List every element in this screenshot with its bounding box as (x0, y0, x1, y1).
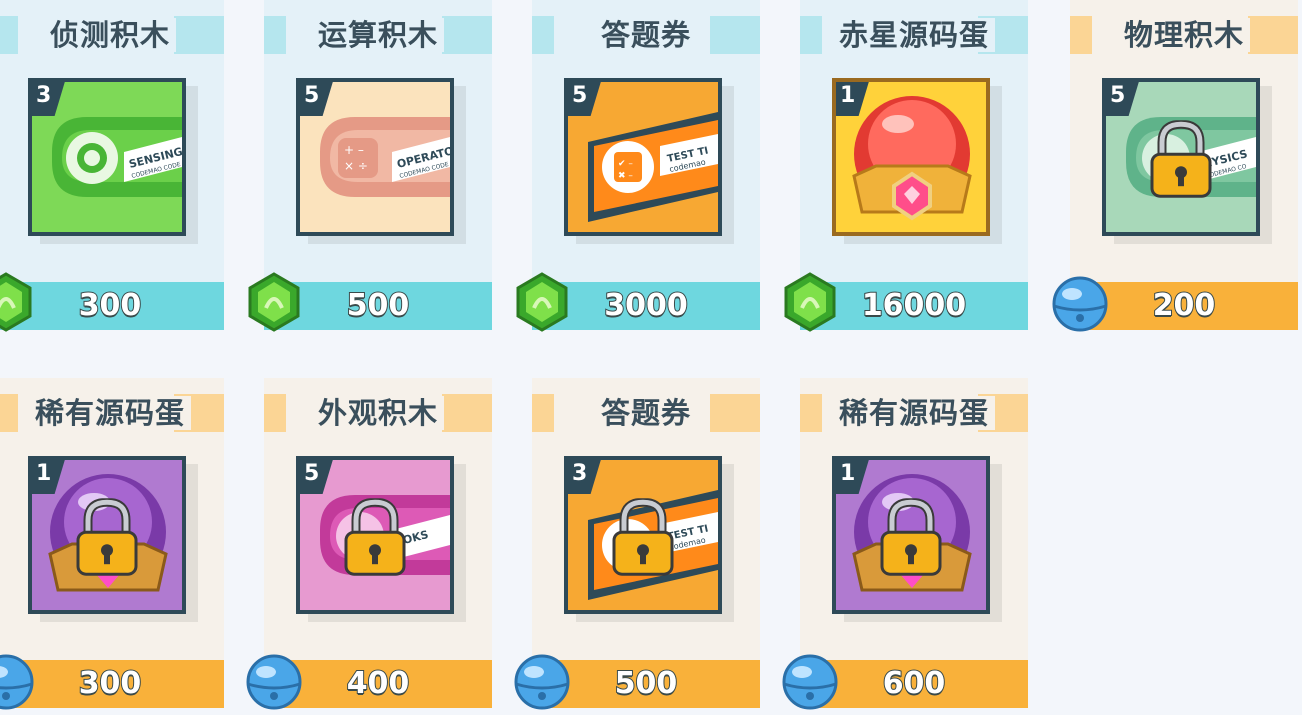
shop-item-card[interactable]: 答题券 5 ✔ – ✖ – TEST TI codemao 3000 (516, 0, 760, 332)
blue-bell-icon (1052, 276, 1108, 332)
green-gem-icon (784, 272, 836, 332)
item-title: 答题券 (594, 18, 697, 52)
item-image-frame: 3 SENSING CODEMAO CODE (28, 78, 186, 236)
item-title-bar: 侦测积木 (0, 16, 224, 54)
item-image-frame: 5 ✔ – ✖ – TEST TI codemao (564, 78, 722, 236)
item-title: 运算积木 (311, 18, 444, 52)
item-image-frame: 5 HYSICS CODEMAO CO (1102, 78, 1260, 236)
shop-item-card-locked[interactable]: 物理积木 5 HYSICS CODEMAO CO 200 (1052, 0, 1298, 332)
item-title: 稀有源码蛋 (832, 396, 995, 430)
item-title: 外观积木 (311, 396, 444, 430)
item-title: 答题券 (594, 396, 697, 430)
blue-bell-icon (246, 654, 302, 710)
lock-icon (1150, 120, 1212, 198)
shop-item-card-locked[interactable]: 稀有源码蛋 1 600 (782, 378, 1028, 710)
lock-icon (344, 498, 406, 576)
blue-bell-icon (782, 654, 838, 710)
item-title: 赤星源码蛋 (832, 18, 995, 52)
item-title: 侦测积木 (43, 18, 176, 52)
item-title-bar: 外观积木 (264, 394, 492, 432)
green-gem-icon (248, 272, 300, 332)
item-image-frame: 1 (28, 456, 186, 614)
item-image-frame: 5 OKS (296, 456, 454, 614)
lock-icon (880, 498, 942, 576)
svg-text:× ÷: × ÷ (344, 159, 368, 173)
item-title-bar: 运算积木 (264, 16, 492, 54)
shop-item-card-locked[interactable]: 外观积木 5 OKS 400 (246, 378, 492, 710)
blue-bell-icon (514, 654, 570, 710)
svg-text:✖ –: ✖ – (618, 171, 633, 181)
item-title-bar: 答题券 (532, 16, 760, 54)
green-gem-icon (0, 272, 32, 332)
item-image-frame: 1 (832, 456, 990, 614)
lock-icon (76, 498, 138, 576)
item-title: 稀有源码蛋 (28, 396, 191, 430)
blue-bell-icon (0, 654, 34, 710)
item-title-bar: 赤星源码蛋 (800, 16, 1028, 54)
shop-item-card[interactable]: 运算积木 5 + – × ÷ OPERATO CODEMAO CODE 500 (248, 0, 492, 332)
item-image-frame: 3 TEST TI codemao (564, 456, 722, 614)
shop-item-card[interactable]: 侦测积木 3 SENSING CODEMAO CODE 300 (0, 0, 224, 332)
shop-item-card[interactable]: 赤星源码蛋 1 16000 (784, 0, 1028, 332)
item-title: 物理积木 (1117, 18, 1250, 52)
shop-item-card-locked[interactable]: 答题券 3 TEST TI codemao 500 (514, 378, 760, 710)
svg-text:+ –: + – (344, 143, 364, 157)
svg-text:✔ –: ✔ – (618, 159, 633, 169)
shop-item-card-locked[interactable]: 稀有源码蛋 1 300 (0, 378, 224, 710)
item-title-bar: 稀有源码蛋 (800, 394, 1028, 432)
green-gem-icon (516, 272, 568, 332)
item-title-bar: 答题券 (532, 394, 760, 432)
item-image-frame: 1 (832, 78, 990, 236)
lock-icon (612, 498, 674, 576)
item-title-bar: 稀有源码蛋 (0, 394, 224, 432)
item-title-bar: 物理积木 (1070, 16, 1298, 54)
item-image-frame: 5 + – × ÷ OPERATO CODEMAO CODE (296, 78, 454, 236)
